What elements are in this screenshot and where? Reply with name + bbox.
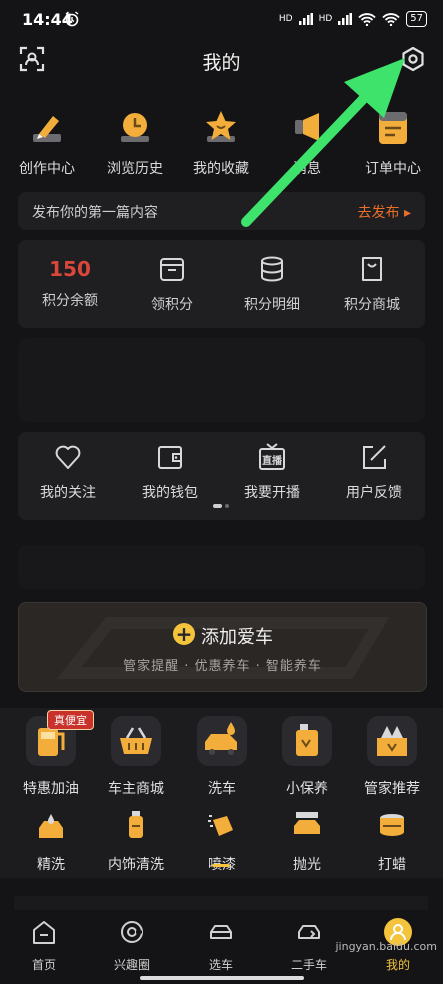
service-label: 精洗 — [37, 857, 65, 873]
annotation-arrow-icon — [241, 58, 405, 227]
tab-interest[interactable]: 兴趣圈 — [89, 918, 175, 973]
svg-text:直播: 直播 — [262, 454, 283, 467]
tool-label: 我的钱包 — [142, 485, 198, 501]
car-select-icon — [210, 925, 232, 939]
quick-label: 创作中心 — [19, 161, 75, 177]
network-label-2: HD — [318, 14, 333, 24]
services-section: 特惠加油 车主商城 洗车 小保养 管家推荐 精洗 内饰清洗 喷漆 抛光 打蜡 — [0, 708, 443, 878]
tool-live[interactable]: 直播 我要开播 — [222, 442, 322, 502]
points-claim[interactable]: 领积分 — [122, 254, 222, 314]
add-car-card[interactable]: + 添加爱车 管家提醒 · 优惠养车 · 智能养车 — [18, 602, 427, 692]
wifi-icon — [358, 12, 376, 26]
points-label: 积分商城 — [344, 297, 400, 313]
watermark-text: jingyan.baidu.com — [335, 940, 437, 953]
tool-wallet[interactable]: 我的钱包 — [120, 442, 220, 502]
points-mall[interactable]: 积分商城 — [322, 254, 422, 314]
shopping-bag-icon — [362, 257, 382, 281]
tool-label: 我要开播 — [244, 485, 300, 501]
tab-label: 我的 — [385, 958, 410, 972]
fine-wash-icon — [39, 814, 63, 838]
wax-icon — [380, 814, 404, 836]
tab-label: 二手车 — [290, 958, 327, 972]
add-car-plus-icon[interactable]: + — [173, 623, 195, 645]
publish-prompt: 发布你的第一篇内容 — [32, 205, 158, 221]
points-balance[interactable]: 150 积分余额 — [20, 254, 120, 310]
service-label: 小保养 — [286, 781, 328, 797]
service-label: 洗车 — [208, 781, 236, 797]
star-icon — [206, 111, 236, 142]
add-car-title[interactable]: 添加爱车 — [201, 623, 273, 649]
quick-item-history[interactable]: 浏览历史 — [92, 100, 178, 178]
signal-icon-2 — [338, 13, 353, 25]
used-car-icon — [298, 925, 320, 939]
signal-icon — [298, 13, 313, 25]
gift-box-icon — [160, 258, 184, 281]
alarm-icon — [65, 11, 79, 27]
pen-icon — [33, 116, 61, 142]
battery-icon: 57 — [406, 11, 427, 27]
wifi-icon-2 — [382, 12, 400, 26]
interior-clean-icon — [129, 811, 143, 838]
tab-label: 首页 — [31, 958, 56, 972]
service-wash[interactable]: 洗车 — [179, 716, 265, 798]
live-tv-icon: 直播 — [259, 443, 285, 470]
tool-label: 我的关注 — [40, 485, 96, 501]
tool-label: 用户反馈 — [346, 485, 402, 501]
spray-paint-icon — [208, 815, 233, 836]
heart-icon — [55, 445, 81, 469]
quick-item-create[interactable]: 创作中心 — [4, 100, 90, 178]
service-wax[interactable]: 打蜡 — [349, 808, 435, 874]
service-label: 抛光 — [293, 857, 321, 873]
points-detail[interactable]: 积分明细 — [222, 254, 322, 314]
points-label: 积分余额 — [42, 293, 98, 309]
quick-label: 浏览历史 — [107, 161, 163, 177]
polish-icon — [294, 812, 320, 834]
banner-placeholder — [18, 338, 425, 422]
page-indicator — [213, 504, 229, 508]
home-icon — [33, 921, 55, 944]
tab-label: 选车 — [208, 958, 233, 972]
tab-home[interactable]: 首页 — [1, 918, 87, 973]
network-label-1: HD — [278, 14, 293, 24]
service-label: 内饰清洗 — [108, 857, 164, 873]
service-fine-wash[interactable]: 精洗 — [8, 808, 94, 874]
oil-can-icon — [282, 716, 332, 766]
points-label: 积分明细 — [244, 297, 300, 313]
service-label: 打蜡 — [378, 857, 406, 873]
points-label: 领积分 — [151, 297, 193, 313]
status-bar: 14:44 HD HD 57 — [0, 0, 443, 40]
tool-feedback[interactable]: 用户反馈 — [324, 442, 424, 502]
shopping-basket-icon — [111, 716, 161, 766]
service-label: 特惠加油 — [23, 781, 79, 797]
recommend-box-icon — [367, 716, 417, 766]
services-scroll-indicator — [212, 864, 230, 867]
edit-feedback-icon — [363, 445, 386, 469]
coins-stack-icon — [261, 256, 283, 282]
service-mall[interactable]: 车主商城 — [93, 716, 179, 798]
banner-placeholder-2 — [18, 545, 425, 589]
tab-label: 兴趣圈 — [113, 958, 150, 972]
add-car-subtitle: 管家提醒 · 优惠养车 · 智能养车 — [123, 659, 322, 674]
wallet-icon — [158, 446, 182, 469]
status-right-icons: HD HD 57 — [279, 11, 427, 27]
promo-tag: 真便宜 — [47, 710, 94, 730]
service-label: 管家推荐 — [364, 781, 420, 797]
home-indicator — [140, 976, 304, 980]
tab-car-select[interactable]: 选车 — [178, 918, 264, 973]
service-recommend[interactable]: 管家推荐 — [349, 716, 435, 798]
points-value: 150 — [49, 257, 91, 281]
service-maintenance[interactable]: 小保养 — [264, 716, 350, 798]
interest-circle-icon — [121, 921, 143, 943]
service-polish[interactable]: 抛光 — [264, 808, 350, 874]
tool-follow[interactable]: 我的关注 — [18, 442, 118, 502]
service-label: 车主商城 — [108, 781, 164, 797]
car-wash-icon — [197, 716, 247, 766]
points-card: 150 积分余额 领积分 积分明细 积分商城 — [18, 240, 425, 328]
service-interior[interactable]: 内饰清洗 — [93, 808, 179, 874]
clock-icon — [121, 113, 149, 142]
